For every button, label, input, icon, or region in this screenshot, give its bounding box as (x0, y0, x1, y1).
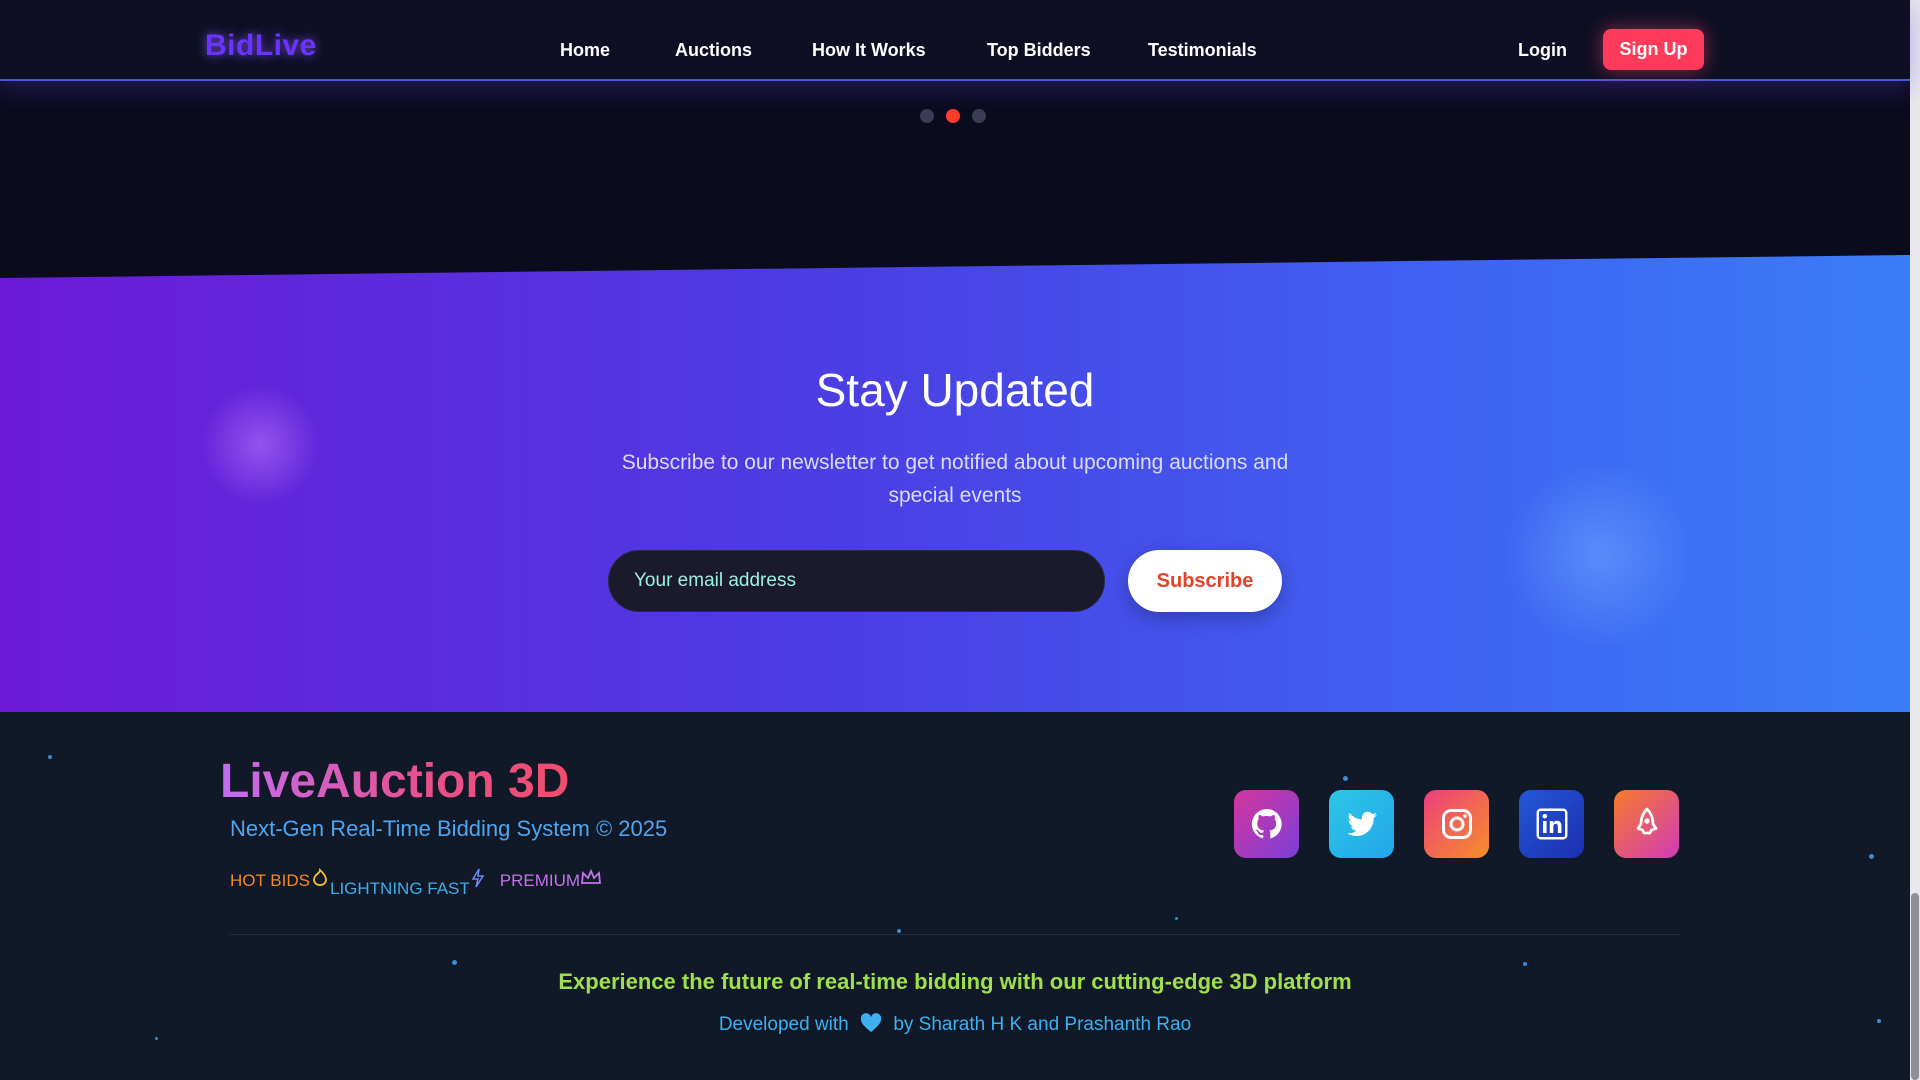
site-logo[interactable]: BidLive (205, 29, 317, 63)
carousel-dot-active[interactable] (946, 109, 960, 123)
rocket-icon[interactable] (1614, 790, 1679, 858)
star-decoration (1869, 854, 1874, 859)
newsletter-subtitle: Subscribe to our newsletter to get notif… (621, 451, 1289, 507)
star-decoration (1343, 776, 1348, 781)
nav-link-testimonials[interactable]: Testimonials (1148, 40, 1257, 61)
footer-credits: Developed with by Sharath H K and Prasha… (0, 1013, 1910, 1039)
feature-badges: HOT BIDS LIGHTNING FAST PREMIUM (230, 867, 602, 899)
badge-premium: PREMIUM (500, 868, 602, 899)
decorative-glow (1500, 465, 1700, 645)
email-input[interactable]: Your email address (608, 550, 1105, 612)
star-decoration (1175, 917, 1178, 920)
login-link[interactable]: Login (1518, 40, 1567, 61)
crown-icon (580, 868, 602, 891)
star-decoration (897, 929, 901, 933)
carousel-dot[interactable] (972, 109, 986, 123)
fire-icon (310, 867, 330, 891)
nav-link-home[interactable]: Home (560, 40, 610, 61)
nav-link-top-bidders[interactable]: Top Bidders (987, 40, 1091, 61)
star-decoration (452, 960, 457, 965)
carousel-dot[interactable] (920, 109, 934, 123)
credits-suffix: by Sharath H K and Prashanth Rao (893, 1014, 1192, 1035)
instagram-icon[interactable] (1424, 790, 1489, 858)
badge-hot-label: HOT BIDS (230, 871, 310, 890)
footer-tagline: Next-Gen Real-Time Bidding System © 2025 (230, 816, 668, 841)
badge-fast-label: LIGHTNING FAST (329, 879, 470, 898)
newsletter-section: Stay Updated Subscribe to our newsletter… (0, 255, 1910, 712)
heart-icon (860, 1013, 882, 1039)
linkedin-icon[interactable] (1519, 790, 1584, 858)
social-links (1234, 790, 1679, 858)
subscribe-button[interactable]: Subscribe (1128, 550, 1282, 612)
scrollbar-thumb[interactable] (1911, 893, 1919, 1080)
footer-brand: LiveAuction 3D (220, 755, 570, 808)
newsletter-title: Stay Updated (815, 364, 1095, 416)
twitter-icon[interactable] (1329, 790, 1394, 858)
github-icon[interactable] (1234, 790, 1299, 858)
nav-link-how-it-works[interactable]: How It Works (812, 40, 926, 61)
carousel-dots (920, 109, 986, 123)
credits-prefix: Developed with (718, 1014, 849, 1035)
navbar: BidLive Home Auctions How It Works Top B… (0, 0, 1910, 81)
star-decoration (48, 755, 52, 759)
footer-divider (230, 934, 1680, 935)
footer: LiveAuction 3D Next-Gen Real-Time Biddin… (0, 712, 1910, 1080)
badge-lightning-fast: LIGHTNING FAST (330, 868, 486, 899)
footer-experience-text: Experience the future of real-time biddi… (558, 969, 1352, 994)
nav-link-auctions[interactable]: Auctions (675, 40, 752, 61)
lightning-icon (470, 868, 486, 893)
signup-button[interactable]: Sign Up (1603, 29, 1704, 70)
badge-hot-bids: HOT BIDS (230, 867, 330, 899)
star-decoration (1523, 962, 1527, 966)
badge-premium-label: PREMIUM (499, 871, 581, 890)
